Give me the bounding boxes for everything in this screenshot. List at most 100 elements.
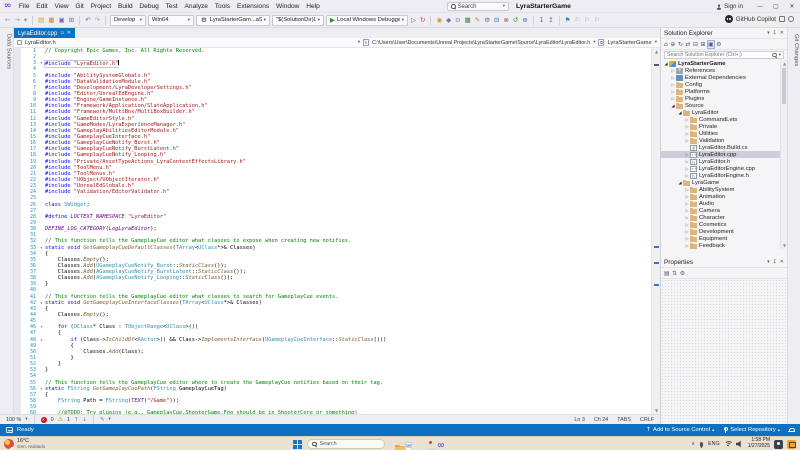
tree-item-external-dependencies[interactable]: ▷External Dependencies [661, 74, 787, 81]
solution-explorer-search[interactable]: ▾ [664, 51, 784, 59]
tree-item-lyraeditorengine-cpp[interactable]: ▷++LyraEditorEngine.cpp [661, 165, 787, 172]
tree-item-config[interactable]: ▷Config [661, 81, 787, 88]
taskbar-icon-visual-studio[interactable]: ∞ [437, 435, 445, 450]
tree-item-plugins[interactable]: ▷Plugins [661, 95, 787, 102]
collapse-all-icon[interactable]: ⊟ [693, 41, 698, 48]
volume-icon[interactable] [736, 440, 744, 448]
diff-icon[interactable]: ⊟ [493, 15, 500, 25]
tree-item-private[interactable]: ▷Private [661, 123, 787, 130]
tree-item-audio[interactable]: ▷Audio [661, 200, 787, 207]
tabs-indicator[interactable]: TABS [617, 417, 631, 423]
start-without-debugging-icon[interactable]: ▷ [410, 15, 417, 25]
switch-views-icon[interactable]: ⇄ [685, 41, 690, 48]
prev-issue-icon[interactable]: ↑ [74, 417, 79, 423]
menu-extensions[interactable]: Extensions [234, 0, 273, 13]
menu-debug[interactable]: Debug [136, 0, 162, 13]
restart-icon[interactable]: ↺ [512, 15, 519, 25]
language-indicator[interactable]: ENG [708, 441, 720, 447]
save-all-icon[interactable]: ⊞ [68, 15, 75, 25]
weather-widget[interactable]: 16°C Gen. Nublado [4, 438, 45, 450]
edit-mode-icon[interactable]: ✎ [100, 417, 105, 423]
chevron-down-icon[interactable]: ▾ [25, 417, 27, 422]
tree-item-commandlets[interactable]: ▷CommandLets [661, 116, 787, 123]
git-changes-tab[interactable]: Git Changes [789, 34, 799, 66]
scroll-up-icon[interactable]: ▲ [652, 48, 660, 55]
clear-bookmark-icon[interactable]: ⚐ [593, 15, 601, 25]
menu-window[interactable]: Window [273, 0, 303, 13]
scroll-up-icon[interactable]: ▲ [781, 60, 787, 67]
close-button[interactable]: ✕ [784, 0, 800, 13]
menu-help[interactable]: Help [303, 0, 323, 13]
properties-icon[interactable]: ⚙ [716, 41, 721, 48]
notification-center-icon[interactable] [774, 440, 783, 449]
window-position-icon[interactable]: ▾ [767, 30, 770, 36]
show-all-files-icon[interactable]: ⊞ [700, 41, 705, 48]
tree-item-lyraeditorengine-h[interactable]: ▷hLyraEditorEngine.h [661, 172, 787, 179]
nav-scope-label[interactable]: LyraEditor.h [25, 40, 56, 46]
categorized-icon[interactable]: ▤ [664, 270, 670, 277]
tree-item-feedback[interactable]: ▷Feedback [661, 242, 787, 249]
find-icon[interactable]: ⊙ [454, 15, 461, 25]
local-windows-debugger-button[interactable]: ▶Local Windows Debugger▾ [326, 15, 408, 26]
hidden-icons-chevron[interactable]: ∧ [691, 441, 695, 447]
nav-project-label[interactable]: LyraStarterGame [607, 40, 651, 46]
chevron-down-icon[interactable]: ▾ [593, 40, 595, 45]
open-file-icon[interactable]: ▦ [47, 15, 55, 25]
tree-item-lyraeditor-cpp[interactable]: ▷++LyraEditor.cpp [661, 151, 787, 158]
prev-bookmark-icon[interactable]: ⚐ [574, 15, 582, 25]
chevron-down-icon[interactable]: ▾ [109, 417, 111, 422]
hot-reload-icon[interactable]: ↻ [419, 15, 426, 25]
start-button[interactable] [293, 440, 302, 449]
tree-item-lyrastartergame[interactable]: ◢LyraStarterGame [661, 60, 787, 67]
settings-icon[interactable]: ⚙ [483, 15, 491, 25]
alphabetical-icon[interactable]: ⇅ [672, 270, 677, 277]
notifications-bell-icon[interactable] [788, 427, 794, 433]
menu-tools[interactable]: Tools [211, 0, 233, 13]
open-in-window-icon[interactable] [779, 16, 785, 22]
tree-item-lyraeditor-build-cs[interactable]: #LyraEditor.Build.cs [661, 144, 787, 151]
tree-item-source[interactable]: ◢Source [661, 102, 787, 109]
sign-in-button[interactable]: Sign in [716, 0, 743, 13]
code-editor[interactable]: ▲ ▼ 1// Copyright Epic Games, Inc. All R… [14, 48, 660, 414]
search-input[interactable] [667, 52, 770, 58]
error-count[interactable]: 0 [51, 417, 54, 423]
data-sources-tab[interactable]: Data Sources [2, 34, 12, 69]
maximize-button[interactable]: ▢ [768, 0, 784, 13]
zoom-level[interactable]: 100 % [6, 417, 21, 423]
pin-icon[interactable]: ↧ [773, 30, 777, 36]
menu-analyze[interactable]: Analyze [181, 0, 211, 13]
tree-item-cosmetics[interactable]: ▷Cosmetics [661, 221, 787, 228]
tree-item-lyraeditor[interactable]: ◢LyraEditor [661, 109, 787, 116]
tree-scrollbar[interactable]: ▲ ▼ [780, 60, 787, 249]
close-panel-icon[interactable]: ✕ [780, 30, 784, 36]
next-issue-icon[interactable]: ↓ [82, 417, 87, 423]
menu-edit[interactable]: Edit [33, 0, 51, 13]
close-panel-icon[interactable]: ✕ [780, 259, 784, 265]
tab-lyraeditor-cpp[interactable]: LyraEditor.cpp ▫ ✕ [14, 28, 75, 38]
add-to-source-control-button[interactable]: ↑ Add to Source Control ▴ [646, 427, 714, 433]
menu-build[interactable]: Build [115, 0, 136, 13]
microphone-tray-icon[interactable] [700, 442, 703, 447]
chevron-down-icon[interactable]: ▾ [655, 40, 657, 45]
security-alert-icon[interactable] [787, 440, 796, 449]
tree-item-development[interactable]: ▷Development [661, 228, 787, 235]
menu-project[interactable]: Project [87, 0, 114, 13]
taskbar-search-box[interactable]: Search [307, 439, 385, 449]
solution-platform-select[interactable]: Win64▾ [148, 15, 194, 26]
nav-back-icon[interactable]: ← [4, 15, 11, 25]
feedback-icon[interactable] [788, 16, 794, 22]
chevron-down-icon[interactable]: ▾ [358, 40, 360, 45]
nav-history-icon[interactable]: ▾ [23, 15, 28, 25]
tree-item-equipment[interactable]: ▷Equipment [661, 235, 787, 242]
menu-file[interactable]: File [16, 0, 33, 13]
select-repository-button[interactable]: Select Repository ▴ [722, 427, 780, 434]
titlebar-search-box[interactable]: Search ▾ [447, 2, 509, 11]
wifi-icon[interactable] [724, 441, 732, 448]
step-icon[interactable]: ⊕ [521, 15, 528, 25]
refresh-icon[interactable]: ↻ [678, 41, 683, 48]
property-pages-icon[interactable]: ⚙ [680, 270, 685, 277]
stop-icon[interactable]: ⊗ [502, 15, 509, 25]
pin-icon[interactable]: ↧ [773, 259, 777, 265]
sync-with-active-document-icon[interactable]: ▣ [708, 41, 714, 48]
clock[interactable]: 1:58 PM 1/27/2025 [748, 438, 770, 449]
